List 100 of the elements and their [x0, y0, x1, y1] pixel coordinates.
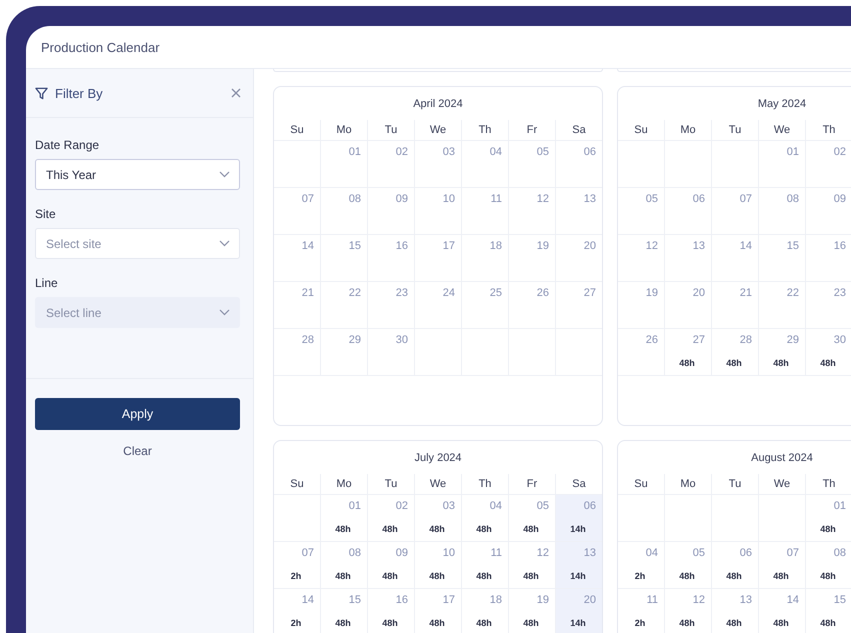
- select-field[interactable]: This Year: [35, 159, 240, 190]
- day-cell[interactable]: 18: [462, 235, 509, 282]
- day-cell[interactable]: 13: [556, 188, 602, 235]
- day-number: 08: [834, 547, 846, 559]
- day-cell[interactable]: 26: [618, 329, 665, 376]
- day-cell[interactable]: 11 48h: [462, 542, 509, 589]
- day-cell[interactable]: 09 48h: [368, 542, 415, 589]
- select-field[interactable]: Select site: [35, 228, 240, 259]
- day-cell[interactable]: 05: [618, 188, 665, 235]
- day-cell[interactable]: 17: [415, 235, 462, 282]
- day-cell[interactable]: 19: [509, 235, 556, 282]
- day-cell[interactable]: 08: [321, 188, 368, 235]
- clear-button[interactable]: Clear: [119, 442, 156, 460]
- weekday-header: Mo: [321, 474, 368, 495]
- day-cell[interactable]: 20: [556, 235, 602, 282]
- day-cell[interactable]: 05 48h: [665, 542, 712, 589]
- day-cell[interactable]: 30 48h: [806, 329, 851, 376]
- day-cell[interactable]: 21: [274, 282, 321, 329]
- day-cell[interactable]: 14 48h: [759, 589, 806, 633]
- day-cell[interactable]: 18 48h: [462, 589, 509, 633]
- day-cell[interactable]: 29: [321, 329, 368, 376]
- day-cell[interactable]: 01 48h: [321, 495, 368, 542]
- day-cell[interactable]: 23: [368, 282, 415, 329]
- day-cell[interactable]: 06: [665, 188, 712, 235]
- day-number: 21: [740, 287, 752, 299]
- day-number: 03: [442, 146, 455, 158]
- day-cell[interactable]: 28 48h: [712, 329, 759, 376]
- day-cell[interactable]: 12 48h: [665, 589, 712, 633]
- day-cell[interactable]: 14: [712, 235, 759, 282]
- day-cell[interactable]: 16: [806, 235, 851, 282]
- day-cell[interactable]: 27 48h: [665, 329, 712, 376]
- day-cell[interactable]: 29 48h: [759, 329, 806, 376]
- day-cell[interactable]: 20 14h: [556, 589, 602, 633]
- day-cell[interactable]: 13 48h: [712, 589, 759, 633]
- day-cell[interactable]: 16 48h: [368, 589, 415, 633]
- day-number: 27: [692, 334, 705, 346]
- day-cell[interactable]: 14 2h: [274, 589, 321, 633]
- day-cell[interactable]: 03 48h: [415, 495, 462, 542]
- day-cell[interactable]: 20: [665, 282, 712, 329]
- day-cell[interactable]: 08 48h: [806, 542, 851, 589]
- day-cell[interactable]: 10 48h: [415, 542, 462, 589]
- day-cell[interactable]: 08 48h: [321, 542, 368, 589]
- month-title: May 2024: [758, 98, 806, 110]
- day-number: 04: [646, 547, 658, 559]
- day-cell[interactable]: 04 48h: [462, 495, 509, 542]
- day-cell[interactable]: 10: [415, 188, 462, 235]
- day-cell[interactable]: 15 48h: [321, 589, 368, 633]
- day-number: 30: [396, 334, 408, 346]
- day-cell[interactable]: 11: [462, 188, 509, 235]
- day-cell[interactable]: 15: [321, 235, 368, 282]
- day-cell[interactable]: 16: [368, 235, 415, 282]
- hours-label: 48h: [820, 358, 836, 368]
- day-cell[interactable]: 06: [556, 141, 602, 188]
- day-number: 10: [442, 547, 455, 559]
- day-cell[interactable]: 19: [618, 282, 665, 329]
- day-cell[interactable]: 06 48h: [712, 542, 759, 589]
- day-cell[interactable]: 17 48h: [415, 589, 462, 633]
- day-cell[interactable]: 04: [462, 141, 509, 188]
- day-cell[interactable]: 02: [368, 141, 415, 188]
- day-cell[interactable]: 27: [556, 282, 602, 329]
- weekday-header: Th: [806, 474, 851, 495]
- day-cell[interactable]: 03: [415, 141, 462, 188]
- day-cell[interactable]: 11 2h: [618, 589, 665, 633]
- day-cell[interactable]: 08: [759, 188, 806, 235]
- day-cell[interactable]: 28: [274, 329, 321, 376]
- day-cell[interactable]: 01: [759, 141, 806, 188]
- day-cell[interactable]: 14: [274, 235, 321, 282]
- close-icon[interactable]: [231, 88, 241, 98]
- day-cell[interactable]: 21: [712, 282, 759, 329]
- day-cell[interactable]: 07: [274, 188, 321, 235]
- day-cell[interactable]: 09: [368, 188, 415, 235]
- day-cell[interactable]: 05: [509, 141, 556, 188]
- day-cell[interactable]: 30: [368, 329, 415, 376]
- day-cell[interactable]: 15: [759, 235, 806, 282]
- day-cell[interactable]: 12: [618, 235, 665, 282]
- apply-button[interactable]: Apply: [35, 398, 240, 430]
- day-cell[interactable]: 26: [509, 282, 556, 329]
- day-cell[interactable]: 07 2h: [274, 542, 321, 589]
- day-cell[interactable]: 12: [509, 188, 556, 235]
- day-cell[interactable]: 01 48h: [806, 495, 851, 542]
- day-cell[interactable]: 04 2h: [618, 542, 665, 589]
- day-cell[interactable]: 01: [321, 141, 368, 188]
- day-number: 09: [396, 193, 408, 205]
- day-cell[interactable]: 15 48h: [806, 589, 851, 633]
- day-cell[interactable]: 06 14h: [556, 495, 602, 542]
- day-cell[interactable]: 07: [712, 188, 759, 235]
- day-cell[interactable]: 25: [462, 282, 509, 329]
- day-cell[interactable]: 22: [321, 282, 368, 329]
- day-cell[interactable]: 09: [806, 188, 851, 235]
- window-title: Production Calendar: [41, 40, 160, 54]
- day-number: 18: [490, 594, 502, 606]
- day-cell[interactable]: 23: [806, 282, 851, 329]
- day-cell[interactable]: 02: [806, 141, 851, 188]
- day-cell[interactable]: 02 48h: [368, 495, 415, 542]
- day-cell[interactable]: 22: [759, 282, 806, 329]
- day-cell[interactable]: 07 48h: [759, 542, 806, 589]
- hours-label: 48h: [429, 618, 445, 628]
- day-cell[interactable]: 13 14h: [556, 542, 602, 589]
- day-cell[interactable]: 13: [665, 235, 712, 282]
- day-cell[interactable]: 24: [415, 282, 462, 329]
